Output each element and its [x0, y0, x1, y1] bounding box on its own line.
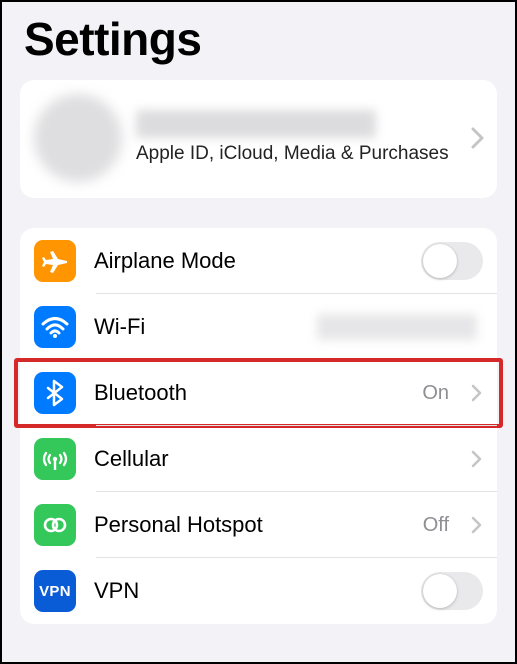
cellular-icon [34, 438, 76, 480]
chevron-right-icon [471, 384, 483, 402]
avatar [34, 94, 122, 182]
row-value: On [422, 382, 449, 405]
apple-id-row[interactable]: Apple ID, iCloud, Media & Purchases [20, 80, 497, 198]
wifi-icon [34, 306, 76, 348]
wifi-value-redacted [317, 314, 477, 340]
vpn-icon: VPN [34, 570, 76, 612]
bluetooth-icon [34, 372, 76, 414]
wifi-row[interactable]: Wi-Fi [20, 294, 497, 360]
chevron-right-icon [471, 516, 483, 534]
row-label: Personal Hotspot [94, 512, 405, 538]
profile-subtitle: Apple ID, iCloud, Media & Purchases [136, 142, 457, 167]
airplane-toggle[interactable] [421, 242, 483, 280]
row-label: Wi-Fi [94, 314, 299, 340]
airplane-mode-row[interactable]: Airplane Mode [20, 228, 497, 294]
row-label: Bluetooth [94, 380, 404, 406]
row-label: Cellular [94, 446, 453, 472]
cellular-row[interactable]: Cellular [20, 426, 497, 492]
vpn-toggle[interactable] [421, 572, 483, 610]
personal-hotspot-row[interactable]: Personal Hotspot Off [20, 492, 497, 558]
chevron-right-icon [471, 450, 483, 468]
row-label: Airplane Mode [94, 248, 403, 274]
hotspot-icon [34, 504, 76, 546]
profile-text: Apple ID, iCloud, Media & Purchases [136, 110, 457, 167]
chevron-right-icon [471, 127, 485, 149]
page-title: Settings [2, 2, 515, 80]
profile-name-redacted [136, 110, 376, 138]
bluetooth-row[interactable]: Bluetooth On [20, 360, 497, 426]
row-label: VPN [94, 578, 403, 604]
vpn-row[interactable]: VPN VPN [20, 558, 497, 624]
airplane-icon [34, 240, 76, 282]
settings-list: Airplane Mode Wi-Fi Bluetooth On [20, 228, 497, 624]
row-value: Off [423, 514, 449, 537]
